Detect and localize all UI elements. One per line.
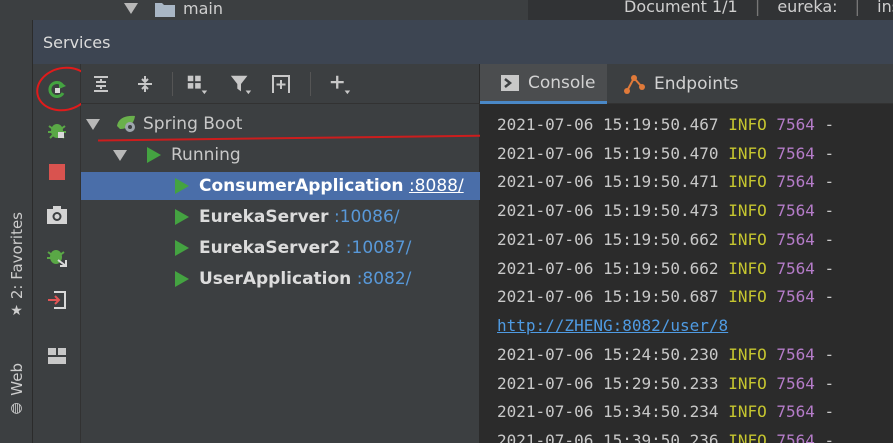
filter-button[interactable] <box>229 72 253 96</box>
star-icon: ★ <box>10 303 23 320</box>
service-label: ConsumerApplication :8088/ <box>199 176 464 196</box>
stop-button[interactable] <box>45 160 69 184</box>
console-icon <box>501 74 519 91</box>
globe-icon: ◍ <box>10 399 23 416</box>
log-line: 2021-07-06 15:19:50.662 INFO 7564 - <box>497 259 835 278</box>
filter-icon <box>230 75 252 95</box>
chevron-down-icon[interactable] <box>124 3 138 14</box>
url-link[interactable]: http://ZHENG:8082/user/8 <box>497 316 728 335</box>
debug-button[interactable] <box>45 118 69 142</box>
layout-button[interactable] <box>45 344 69 368</box>
log-line: 2021-07-06 15:34:50.234 INFO 7564 - <box>497 402 835 421</box>
layout-icon <box>48 348 66 364</box>
toolbar-separator <box>172 72 173 96</box>
service-row[interactable]: ConsumerApplication :8088/ <box>81 172 480 200</box>
service-port-link[interactable]: :8082/ <box>357 269 412 289</box>
service-label: EurekaServer2 :10087/ <box>199 238 412 258</box>
run-icon <box>175 178 189 194</box>
log-line: 2021-07-06 15:19:50.687 INFO 7564 - <box>497 287 835 306</box>
panel-title: Services <box>43 33 111 52</box>
favorites-tab[interactable]: 2: Favorites ★ <box>0 212 33 319</box>
service-label: UserApplication :8082/ <box>199 269 412 289</box>
web-tab[interactable]: Web ◍ <box>0 363 33 416</box>
service-row[interactable]: UserApplication :8082/ <box>81 265 480 293</box>
log-line: 2021-07-06 15:39:50.236 INFO 7564 - <box>497 431 835 443</box>
bug-icon <box>48 124 66 139</box>
plus-icon <box>330 75 351 95</box>
rerun-icon <box>48 81 66 98</box>
toolbar-separator <box>310 72 311 96</box>
rerun-button[interactable] <box>45 77 69 101</box>
log-line: 2021-07-06 15:19:50.471 INFO 7564 - <box>497 172 835 191</box>
console-panel: Console Endpoints 2021-07-06 15:19:50.46… <box>480 64 893 443</box>
log-line: 2021-07-06 15:29:50.233 INFO 7564 - <box>497 374 835 393</box>
service-row[interactable]: EurekaServer :10086/ <box>81 203 480 231</box>
tool-window-bar: 2: Favorites ★ Web ◍ <box>0 20 33 443</box>
breadcrumb-bar: main Document 1/1 | eureka: | insta <box>0 0 893 20</box>
folder-icon <box>155 3 175 17</box>
tree-node-spring-boot[interactable]: Spring Boot <box>81 110 480 138</box>
service-label: EurekaServer :10086/ <box>199 207 400 227</box>
run-icon <box>147 147 161 163</box>
service-row[interactable]: EurekaServer2 :10087/ <box>81 234 480 262</box>
add-tab-icon <box>272 75 290 93</box>
web-label: Web <box>7 363 26 396</box>
log-line: 2021-07-06 15:19:50.470 INFO 7564 - <box>497 144 835 163</box>
expand-all-icon <box>94 76 108 92</box>
bug-arrow-icon <box>47 250 67 267</box>
tree-toolbar <box>81 64 480 104</box>
services-header: Services <box>33 20 893 64</box>
group-by-button[interactable] <box>185 72 209 96</box>
log-line: 2021-07-06 15:19:50.467 INFO 7564 - <box>497 115 835 134</box>
log-line: 2021-07-06 15:19:50.662 INFO 7564 - <box>497 230 835 249</box>
service-port-link[interactable]: :10086/ <box>334 207 400 227</box>
run-icon <box>175 271 189 287</box>
log-line: http://ZHENG:8082/user/8 <box>497 316 728 335</box>
favorites-label: 2: Favorites <box>7 212 26 300</box>
chevron-down-icon[interactable] <box>86 119 100 130</box>
service-port-link[interactable]: :8088/ <box>409 176 464 196</box>
collapse-all-button[interactable] <box>133 72 157 96</box>
tree-node-label: Spring Boot <box>143 114 243 134</box>
camera-icon <box>47 206 67 224</box>
breadcrumb-folder[interactable]: main <box>183 0 223 18</box>
collapse-all-icon <box>138 76 152 92</box>
log-line: 2021-07-06 15:19:50.473 INFO 7564 - <box>497 201 835 220</box>
group-icon <box>187 75 208 95</box>
service-port-link[interactable]: :10087/ <box>346 238 412 258</box>
run-icon <box>175 209 189 225</box>
stop-icon <box>49 164 65 180</box>
open-in-button[interactable] <box>45 288 69 312</box>
enter-icon <box>48 291 66 309</box>
tree-node-running[interactable]: Running <box>81 141 480 169</box>
new-tab-button[interactable] <box>271 72 295 96</box>
console-tabs: Console Endpoints <box>480 64 893 104</box>
endpoints-icon <box>624 75 645 94</box>
action-toolbar <box>32 61 96 443</box>
tab-endpoints[interactable]: Endpoints <box>623 64 753 104</box>
document-counter: Document 1/1 | eureka: | insta <box>624 0 893 16</box>
tab-console[interactable]: Console <box>480 64 607 104</box>
tab-label: Console <box>528 72 596 93</box>
tree-node-label: Running <box>171 145 241 165</box>
log-line: 2021-07-06 15:24:50.230 INFO 7564 - <box>497 345 835 364</box>
spring-boot-icon <box>117 115 135 132</box>
editor-breadcrumb: Document 1/1 | eureka: | insta <box>528 0 893 20</box>
chevron-down-icon[interactable] <box>113 150 127 161</box>
snapshot-button[interactable] <box>45 203 69 227</box>
attach-debugger-button[interactable] <box>45 245 69 269</box>
tab-label: Endpoints <box>654 74 739 94</box>
add-service-button[interactable] <box>328 72 352 96</box>
expand-all-button[interactable] <box>89 72 113 96</box>
services-tree-panel: Spring Boot Running ConsumerApplication … <box>81 64 480 443</box>
run-icon <box>175 240 189 256</box>
